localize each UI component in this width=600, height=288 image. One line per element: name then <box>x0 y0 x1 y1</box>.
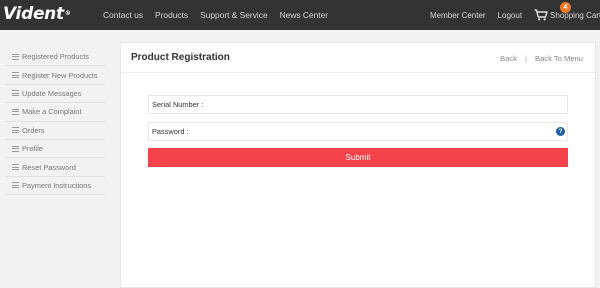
account-sidebar: Registered Products Register New Product… <box>5 48 105 196</box>
logout-link[interactable]: Logout <box>498 11 522 20</box>
sidebar-item-profile[interactable]: Profile <box>5 140 105 159</box>
list-icon <box>12 145 19 152</box>
password-field: Password : ? <box>148 122 568 141</box>
sidebar-item-label: Registered Products <box>22 52 89 62</box>
page-title: Product Registration <box>131 52 230 63</box>
sidebar-item-update-messages[interactable]: Update Messages <box>5 85 105 104</box>
sidebar-item-label: Payment Instructions <box>22 180 92 190</box>
main-panel: Product Registration Back | Back To Menu… <box>120 42 596 288</box>
list-icon <box>12 72 19 79</box>
sidebar-item-make-a-complaint[interactable]: Make a Complaint <box>5 103 105 122</box>
vident-logo[interactable]: Vident® <box>3 4 71 24</box>
sidebar-item-label: Register New Products <box>22 70 98 80</box>
cart-count-badge: 4 <box>560 2 571 13</box>
header-links: Back | Back To Menu <box>500 54 583 63</box>
sidebar-item-label: Reset Password <box>22 162 76 172</box>
member-center-link[interactable]: Member Center <box>430 11 486 20</box>
password-label: Password : <box>152 127 189 136</box>
list-icon <box>12 53 19 60</box>
sidebar-item-label: Update Messages <box>22 88 82 98</box>
password-input[interactable] <box>188 123 567 140</box>
serial-number-input[interactable] <box>203 96 567 113</box>
submit-button[interactable]: Submit <box>148 148 568 167</box>
logo-text: Vident <box>3 4 64 24</box>
sidebar-item-label: Profile <box>22 144 43 154</box>
sidebar-item-reset-password[interactable]: Reset Password <box>5 158 105 177</box>
link-separator: | <box>525 54 528 63</box>
sidebar-item-label: Orders <box>22 125 45 135</box>
nav-news-center[interactable]: News Center <box>280 10 328 20</box>
nav-contact-us[interactable]: Contact us <box>103 10 143 20</box>
serial-number-field: Serial Number : <box>148 95 568 114</box>
account-nav: Member Center Logout Shopping Cart <box>430 0 600 30</box>
sidebar-item-payment-instructions[interactable]: Payment Instructions <box>5 177 105 196</box>
back-link[interactable]: Back <box>500 54 517 63</box>
logo-registered-mark: ® <box>64 10 71 17</box>
help-icon[interactable]: ? <box>556 127 565 136</box>
nav-support-service[interactable]: Support & Service <box>200 10 268 20</box>
sidebar-item-label: Make a Complaint <box>22 107 82 117</box>
back-to-menu-link[interactable]: Back To Menu <box>535 54 583 63</box>
list-icon <box>12 182 19 189</box>
panel-header: Product Registration Back | Back To Menu <box>121 43 595 73</box>
sidebar-item-register-new-products[interactable]: Register New Products <box>5 66 105 85</box>
sidebar-item-registered-products[interactable]: Registered Products <box>5 48 105 67</box>
main-nav: Contact us Products Support & Service Ne… <box>103 0 340 30</box>
list-icon <box>12 90 19 97</box>
top-navbar: Vident® Contact us Products Support & Se… <box>0 0 600 30</box>
list-icon <box>12 108 19 115</box>
cart-icon <box>534 9 548 21</box>
list-icon <box>12 127 19 134</box>
list-icon <box>12 164 19 171</box>
nav-products[interactable]: Products <box>155 10 188 20</box>
cart-label: Shopping Cart <box>550 10 600 20</box>
serial-number-label: Serial Number : <box>152 100 204 109</box>
sidebar-item-orders[interactable]: Orders <box>5 122 105 140</box>
